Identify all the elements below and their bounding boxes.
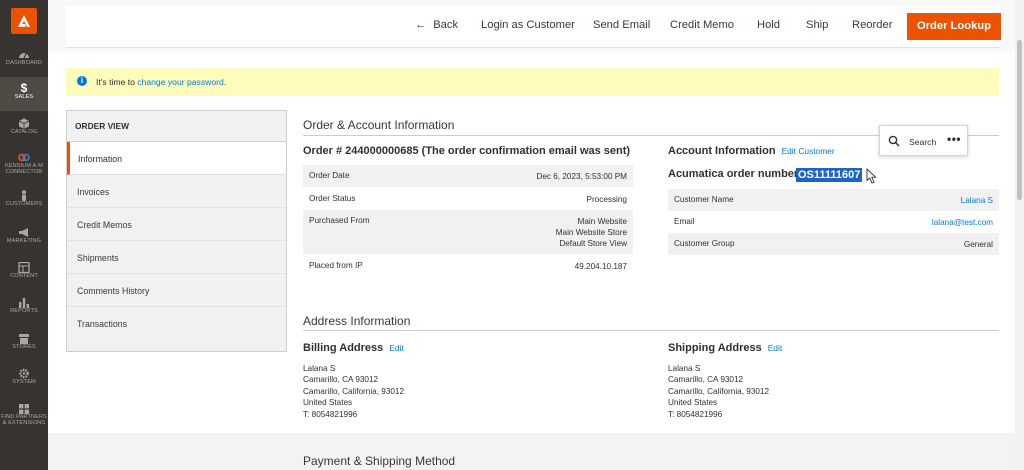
edit-customer-link[interactable]: Edit Customer: [782, 146, 835, 156]
tab-transactions[interactable]: Transactions: [67, 307, 286, 340]
tab-information[interactable]: Information: [67, 142, 286, 175]
notice-message: It's time to change your password.: [96, 77, 227, 87]
ship-button[interactable]: Ship: [806, 19, 828, 31]
search-icon: [888, 135, 900, 147]
payment-shipping-section-title: Payment & Shipping Method: [303, 454, 456, 468]
search-label: Search: [909, 137, 937, 147]
order-lookup-button[interactable]: Order Lookup: [907, 13, 1001, 40]
adobe-logo[interactable]: [11, 8, 37, 34]
login-as-customer-button[interactable]: Login as Customer: [481, 19, 575, 31]
back-button[interactable]: ← Back: [415, 19, 458, 31]
page-scrollbar[interactable]: [1015, 0, 1024, 470]
adobe-logo-icon: [18, 15, 30, 27]
layout-icon: [17, 261, 31, 274]
gear-icon: [17, 368, 31, 379]
hold-button[interactable]: Hold: [757, 19, 780, 31]
nav-content[interactable]: CONTENT: [0, 260, 48, 290]
email-row: Email lalana@test.com: [674, 217, 993, 228]
edit-shipping-link[interactable]: Edit: [768, 343, 782, 353]
order-status-row: Order Status Processing: [309, 194, 627, 204]
dollar-icon: $: [20, 81, 28, 95]
nav-customers[interactable]: CUSTOMERS: [0, 188, 48, 218]
order-view-heading: ORDER VIEW: [67, 111, 286, 142]
megaphone-icon: [17, 227, 31, 237]
billing-address: Lalana S Camarillo, CA 93012 Camarillo, …: [303, 364, 405, 419]
reorder-button[interactable]: Reorder: [852, 19, 892, 31]
blocks-icon: [17, 403, 31, 414]
nav-find-partners[interactable]: FIND PARTNERS & EXTENSIONS: [0, 401, 48, 435]
nav-stores[interactable]: STORES: [0, 331, 48, 361]
person-icon: [17, 190, 31, 201]
tab-shipments[interactable]: Shipments: [67, 241, 286, 274]
store-icon: [17, 333, 31, 344]
customer-group-row: Customer Group General: [668, 233, 999, 255]
admin-sidebar: DASHBOARD $ SALES CATALOG KENSIUM A-M CO…: [0, 0, 48, 470]
billing-address-heading: Billing Address Edit: [303, 342, 404, 354]
change-password-link[interactable]: change your password: [137, 77, 223, 87]
mouse-cursor-icon: [866, 168, 877, 184]
nav-marketing[interactable]: MARKETING: [0, 225, 48, 255]
nav-system[interactable]: SYSTEM: [0, 366, 48, 396]
shipping-address-heading: Shipping Address Edit: [668, 342, 783, 354]
customer-name-link[interactable]: Lalana S: [961, 195, 993, 206]
customer-name-row: Customer Name Lalana S: [668, 189, 999, 211]
scrollbar-thumb[interactable]: [1017, 40, 1022, 200]
nav-sales[interactable]: $ SALES: [0, 77, 48, 111]
search-popup[interactable]: Search •••: [879, 125, 968, 156]
credit-memo-button[interactable]: Credit Memo: [670, 19, 734, 31]
tab-comments-history[interactable]: Comments History: [67, 274, 286, 307]
send-email-button[interactable]: Send Email: [593, 19, 650, 31]
footer-band: [48, 433, 1024, 470]
cube-icon: [17, 118, 31, 129]
password-notice: i It's time to change your password.: [66, 68, 999, 96]
tab-credit-memos[interactable]: Credit Memos: [67, 208, 286, 241]
nav-catalog[interactable]: CATALOG: [0, 115, 48, 145]
purchased-from-row: Purchased From Main Website Main Website …: [303, 210, 633, 254]
info-icon: i: [77, 76, 87, 86]
bar-chart-icon: [17, 297, 31, 308]
account-information-heading: Account Information Edit Customer: [668, 145, 835, 157]
acumatica-order-label: Acumatica order number:: [668, 168, 802, 180]
edit-billing-link[interactable]: Edit: [389, 343, 403, 353]
section-divider: [303, 330, 999, 331]
tab-invoices[interactable]: Invoices: [67, 175, 286, 208]
order-heading: Order # 244000000685 (The order confirma…: [303, 145, 631, 157]
order-view-tabs: ORDER VIEW Information Invoices Credit M…: [66, 110, 287, 352]
nav-reports[interactable]: REPORTS: [0, 295, 48, 325]
connector-icon: [17, 152, 31, 162]
arrow-left-icon: ←: [415, 19, 427, 31]
address-section-title: Address Information: [303, 314, 411, 328]
email-link[interactable]: lalana@test.com: [932, 217, 993, 228]
speedometer-icon: [17, 49, 31, 59]
nav-dashboard[interactable]: DASHBOARD: [0, 45, 48, 75]
shipping-address: Lalana S Camarillo, CA 93012 Camarillo, …: [668, 364, 770, 419]
more-options-icon[interactable]: •••: [947, 132, 961, 146]
nav-kensium-connector[interactable]: KENSIUM A-M CONNECTOR: [0, 150, 48, 184]
order-date-row: Order Date Dec 6, 2023, 5:53:00 PM: [303, 165, 633, 187]
placed-from-ip-row: Placed from IP 49.204.10.187: [309, 261, 627, 271]
order-account-section-title: Order & Account Information: [303, 118, 455, 132]
page-actions-toolbar: ← Back Login as Customer Send Email Credi…: [66, 6, 1001, 48]
acumatica-order-number[interactable]: OS11111607: [796, 168, 863, 182]
